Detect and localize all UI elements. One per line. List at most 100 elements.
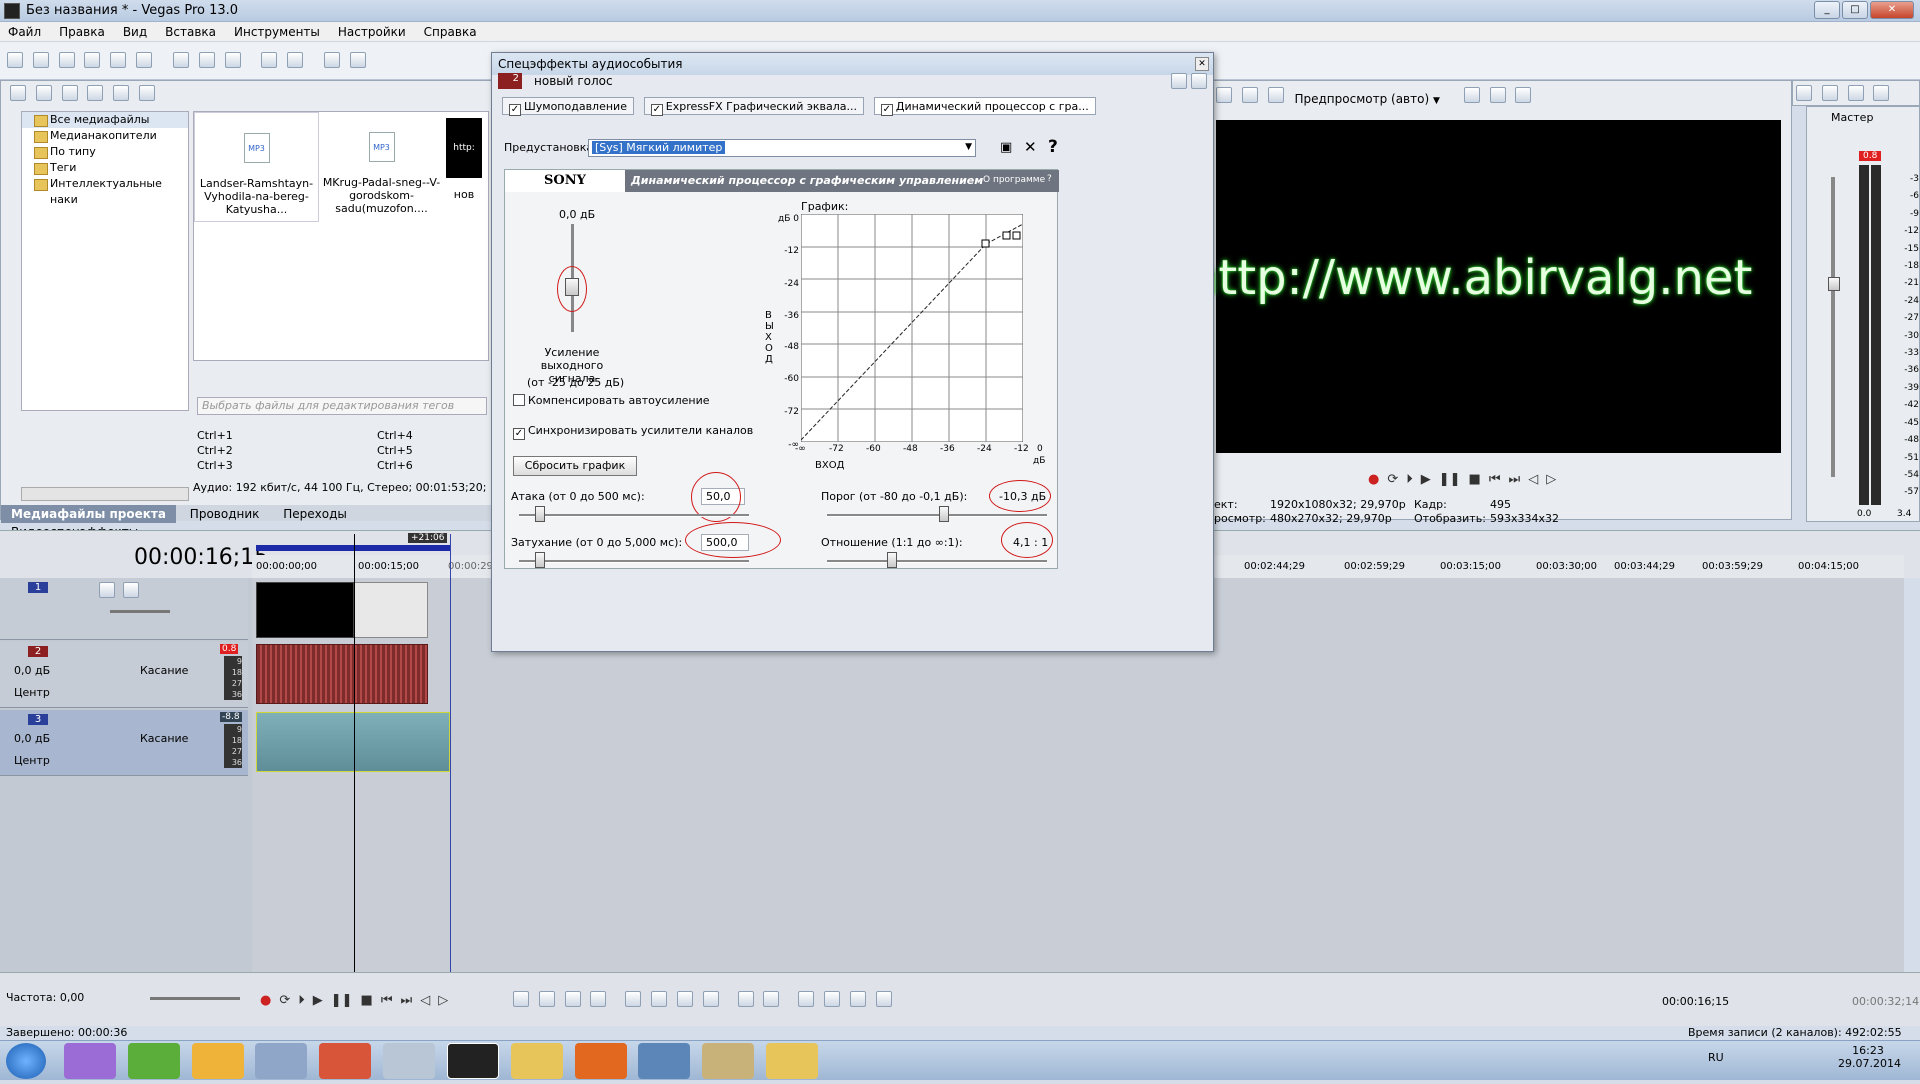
automation-mode[interactable]: Касание [140, 732, 188, 745]
shortcut[interactable]: Ctrl+4 [377, 429, 477, 442]
dim-icon[interactable] [1847, 85, 1864, 101]
master-fader-track[interactable] [1831, 177, 1835, 477]
go-to-start-icon[interactable]: ⏮ [381, 993, 393, 1008]
utorrent-icon[interactable] [127, 1043, 180, 1079]
search-icon[interactable] [139, 85, 156, 101]
help-button[interactable]: ? [1048, 137, 1058, 157]
tree-item-all-media[interactable]: Все медиафайлы [22, 112, 188, 128]
stop-icon[interactable]: ■ [1469, 472, 1481, 490]
tab-project-media[interactable]: Медиафайлы проекта [1, 505, 176, 523]
lock-icon[interactable] [702, 991, 719, 1007]
tree-item-tags[interactable]: Теги [22, 160, 188, 176]
downmix-icon[interactable] [1821, 85, 1838, 101]
go-to-start-icon[interactable]: ⏮ [1489, 472, 1501, 490]
attack-slider-thumb[interactable] [535, 506, 545, 522]
envelope-edit-tool-icon[interactable] [538, 991, 555, 1007]
tree-scrollbar[interactable] [21, 487, 189, 501]
split-icon[interactable] [676, 991, 693, 1007]
close-button[interactable]: ✕ [1870, 1, 1914, 19]
track-header-audio-2[interactable]: 2 0.8 0,0 дБ Касание Центр 9 18 27 36 [0, 642, 248, 708]
sync-channels[interactable]: ✓ Синхронизировать усилители каналов [513, 424, 753, 440]
play-icon[interactable]: ▶ [1421, 472, 1431, 490]
remove-plugin-icon[interactable] [1191, 73, 1207, 89]
go-to-end-icon[interactable]: ⏭ [401, 993, 413, 1008]
shortcut[interactable]: Ctrl+1 [197, 429, 377, 442]
chevron-down-icon[interactable]: ▼ [1433, 96, 1440, 106]
plugin-help-icon[interactable]: ? [1047, 174, 1052, 184]
attack-slider-track[interactable] [519, 514, 749, 517]
track-header-audio-3[interactable]: 3 -8.8 0,0 дБ Касание Центр 9 18 27 36 [0, 710, 248, 776]
add-plugin-icon[interactable] [1171, 73, 1187, 89]
selection-edit-tool-icon[interactable] [564, 991, 581, 1007]
tree-item-by-type[interactable]: По типу [22, 144, 188, 160]
threshold-slider-thumb[interactable] [939, 506, 949, 522]
new-project-icon[interactable] [7, 52, 23, 68]
capture-icon[interactable] [35, 85, 52, 101]
open-icon[interactable] [32, 52, 49, 68]
auto-crossfade-icon[interactable] [824, 991, 841, 1007]
fx-tab-noise-reduction[interactable]: ✓ Шумоподавление [502, 97, 634, 116]
import-media-icon[interactable] [10, 85, 26, 101]
cut-icon[interactable] [172, 52, 189, 68]
marker-icon[interactable] [737, 991, 754, 1007]
dialog-close-button[interactable]: ✕ [1195, 57, 1209, 71]
preview-quality-icon[interactable] [1267, 87, 1284, 103]
preset-dropdown[interactable]: [Sys] Мягкий лимитер ▼ [588, 139, 976, 157]
checkbox-icon[interactable] [513, 394, 525, 406]
normal-edit-tool-icon[interactable] [513, 991, 529, 1007]
audio-event-voice[interactable] [256, 644, 428, 704]
maximize-button[interactable]: □ [1842, 1, 1868, 19]
calculator-icon[interactable] [383, 1043, 436, 1079]
automation-mode[interactable]: Касание [140, 664, 188, 677]
mixer-settings-icon[interactable] [1873, 85, 1890, 101]
loop-icon[interactable]: ⟳ [1387, 472, 1398, 490]
refresh-icon[interactable] [61, 85, 78, 101]
menu-file[interactable]: Файл [8, 25, 41, 39]
ripple-icon[interactable] [849, 991, 866, 1007]
play-from-start-icon[interactable]: ⏵ [1406, 472, 1413, 490]
record-icon[interactable]: ● [260, 993, 271, 1008]
save-snapshot-icon[interactable] [1515, 87, 1532, 103]
transfer-curve-graph[interactable] [801, 214, 1023, 442]
menu-options[interactable]: Настройки [338, 25, 406, 39]
auto-ripple-icon[interactable] [349, 52, 366, 68]
tree-item-media-bins[interactable]: Медианакопители [22, 128, 188, 144]
next-frame-icon[interactable]: ▷ [438, 993, 448, 1008]
next-frame-icon[interactable]: ▷ [1546, 472, 1556, 490]
threshold-slider-track[interactable] [827, 514, 1047, 517]
checkbox-icon[interactable]: ✓ [880, 104, 893, 116]
media-file-1[interactable]: MP3 Landser-Ramshtayn-Vyhodila-na-bereg-… [194, 112, 319, 222]
menu-insert[interactable]: Вставка [165, 25, 216, 39]
menu-view[interactable]: Вид [123, 25, 147, 39]
loop-region-bar[interactable] [256, 545, 450, 551]
prev-frame-icon[interactable]: ◁ [1528, 472, 1538, 490]
checkbox-icon[interactable]: ✓ [650, 104, 663, 116]
video-event[interactable] [256, 582, 354, 638]
preview-settings-icon[interactable] [1216, 87, 1232, 103]
shortcut[interactable]: Ctrl+6 [377, 459, 477, 472]
properties-icon[interactable] [136, 52, 153, 68]
delete-icon[interactable] [87, 85, 104, 101]
compensate-autogain[interactable]: Компенсировать автоусиление [513, 394, 709, 407]
vegas-pro-icon[interactable] [446, 1043, 499, 1079]
start-button[interactable] [6, 1043, 46, 1079]
fx-tab-graphic-dynamics[interactable]: ✓ Динамический процессор с гра... [873, 97, 1096, 116]
chevron-down-icon[interactable]: ▼ [965, 142, 972, 152]
delete-preset-icon[interactable]: ✕ [1024, 138, 1037, 156]
reset-graph-button[interactable]: Сбросить график [513, 456, 637, 476]
pause-icon[interactable]: ❚❚ [1439, 472, 1461, 490]
menu-edit[interactable]: Правка [59, 25, 105, 39]
tab-transitions[interactable]: Переходы [273, 505, 357, 523]
region-icon[interactable] [763, 991, 780, 1007]
copy-icon[interactable] [198, 52, 215, 68]
preview-quality-dropdown[interactable]: Предпросмотр (авто) [1294, 92, 1429, 106]
window-layout-icon[interactable] [1796, 85, 1812, 101]
render-icon[interactable] [110, 52, 127, 68]
language-indicator[interactable]: RU [1708, 1051, 1724, 1064]
shortcut[interactable]: Ctrl+3 [197, 459, 377, 472]
record-icon[interactable]: ● [1368, 472, 1379, 490]
pause-icon[interactable]: ❚❚ [331, 993, 353, 1008]
play-from-start-icon[interactable]: ⏵ [298, 993, 305, 1008]
paint-icon[interactable] [702, 1043, 755, 1079]
loop-icon[interactable]: ⟳ [279, 993, 290, 1008]
